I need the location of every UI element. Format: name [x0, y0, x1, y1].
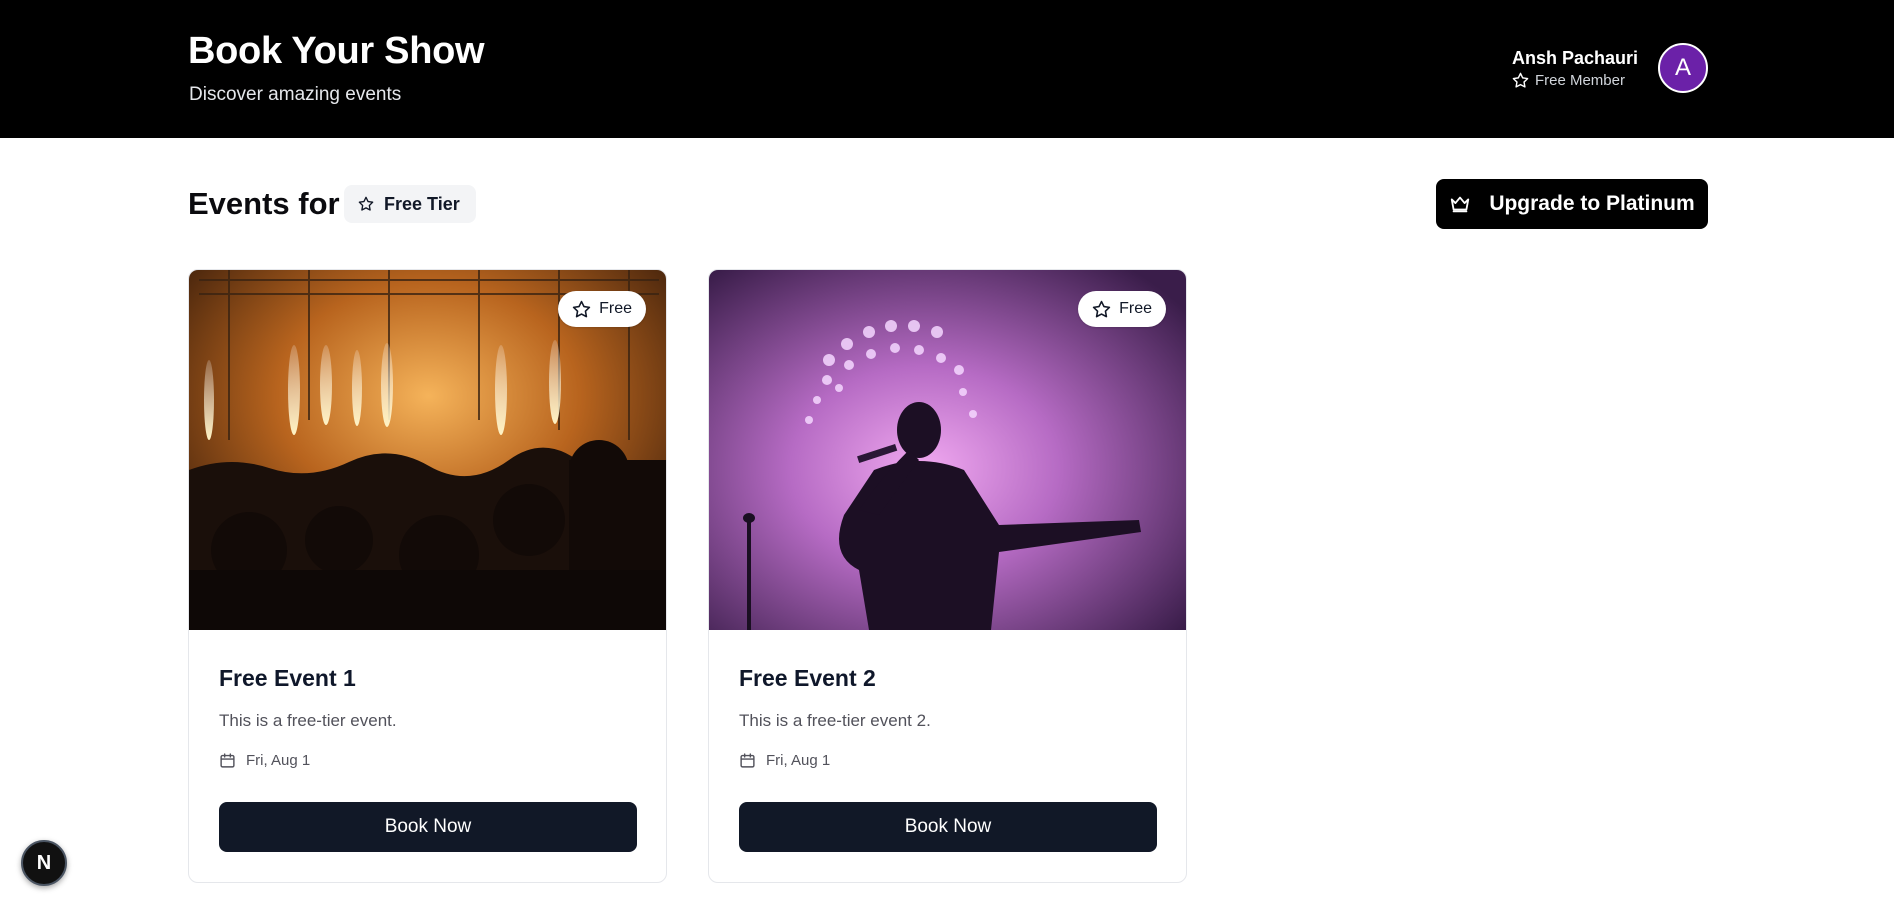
star-icon	[1512, 72, 1529, 88]
calendar-icon	[740, 753, 755, 768]
app-subtitle: Discover amazing events	[189, 84, 402, 105]
top-header: Book Your Show Discover amazing events A…	[0, 0, 1894, 138]
upgrade-button-label: Upgrade to Platinum	[1489, 192, 1695, 215]
app-title: Book Your Show	[188, 30, 485, 72]
user-tier: Free Member	[1512, 72, 1638, 89]
event-title: Free Event 2	[739, 665, 876, 691]
event-date: Fri, Aug 1	[739, 752, 830, 769]
user-info: Ansh Pachauri Free Member	[1512, 48, 1638, 89]
user-name: Ansh Pachauri	[1511, 48, 1638, 68]
event-description: This is a free-tier event.	[219, 711, 397, 730]
crown-icon	[1451, 196, 1470, 213]
upgrade-button[interactable]: Upgrade to Platinum	[1436, 179, 1708, 229]
book-now-button[interactable]: Book Now	[219, 802, 637, 852]
free-badge: Free	[1078, 291, 1166, 327]
event-card: Free Free Event 1 This is a free-tier ev…	[188, 269, 667, 883]
event-title: Free Event 1	[219, 665, 356, 691]
star-icon	[1092, 300, 1111, 317]
star-icon	[572, 300, 591, 317]
free-badge: Free	[558, 291, 646, 327]
calendar-icon	[220, 753, 235, 768]
event-card: Free Free Event 2 This is a free-tier ev…	[708, 269, 1187, 883]
book-now-button[interactable]: Book Now	[739, 802, 1157, 852]
tier-badge-label: Free Tier	[384, 193, 460, 214]
dev-tools-badge[interactable]: N	[21, 840, 67, 886]
free-badge-label: Free	[599, 300, 632, 317]
free-badge-label: Free	[1119, 300, 1152, 317]
section-title: Events for	[188, 186, 340, 221]
event-date: Fri, Aug 1	[219, 752, 310, 769]
user-tier-label: Free Member	[1534, 72, 1625, 89]
tier-badge: Free Tier	[344, 185, 476, 223]
event-image: Free	[189, 270, 666, 630]
event-date-label: Fri, Aug 1	[766, 752, 831, 769]
event-description: This is a free-tier event 2.	[739, 711, 931, 730]
avatar[interactable]: A	[1658, 43, 1708, 93]
event-image: Free	[709, 270, 1186, 630]
star-icon	[358, 196, 374, 211]
event-date-label: Fri, Aug 1	[246, 752, 311, 769]
